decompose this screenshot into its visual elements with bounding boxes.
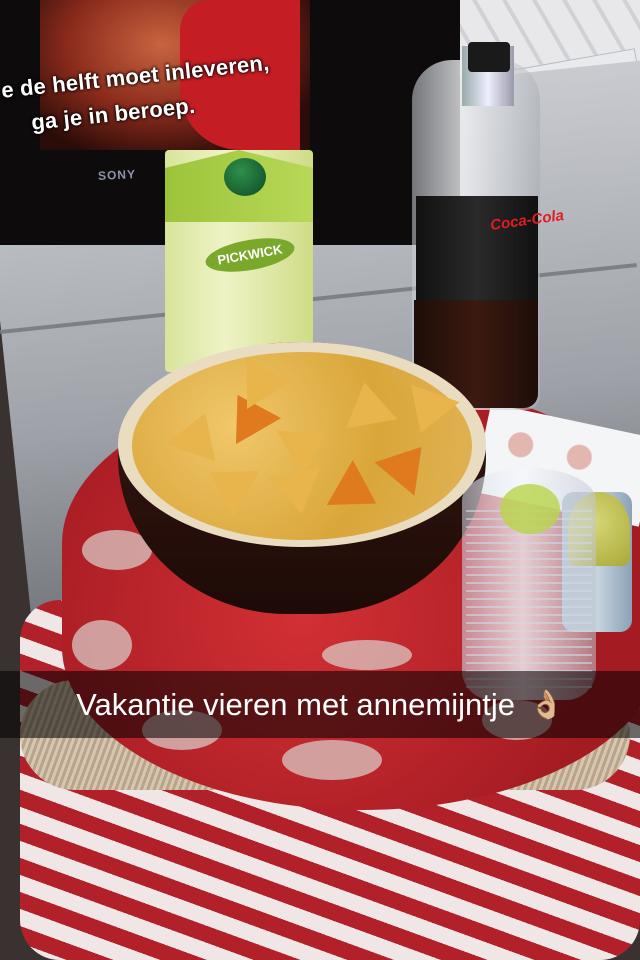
ok-hand-emoji-icon: 👌🏼 [528,689,564,720]
glass-ribbing [466,510,592,690]
caption-bar: Vakantie vieren met annemijntje 👌🏼 [0,671,640,738]
tv-brand-logo: SONY [97,167,137,183]
snapshot-photo: e de helft moet inleveren, ga je in bero… [0,0,640,960]
lime-slice [500,484,560,534]
bottle-cap [468,42,510,72]
tortilla-chips [132,352,472,540]
carton-cap [224,158,266,196]
caption-text: Vakantie vieren met annemijntje [76,686,515,722]
